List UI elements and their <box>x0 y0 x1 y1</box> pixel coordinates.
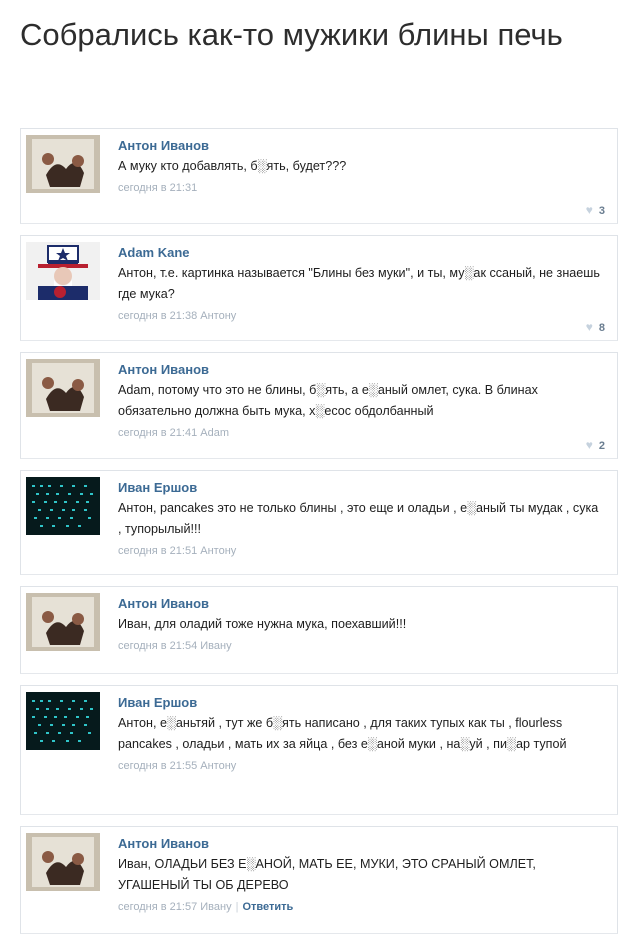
like-count: 8 <box>598 322 605 334</box>
comment-meta[interactable]: сегодня в 21:41 Adam <box>118 424 603 446</box>
comment-author[interactable]: Иван Ершов <box>118 694 603 711</box>
comment-author[interactable]: Антон Иванов <box>118 361 603 378</box>
comment: Антон Иванов Adam, потому что это не бли… <box>20 352 618 459</box>
avatar[interactable] <box>26 359 100 417</box>
comment-meta[interactable]: сегодня в 21:31 <box>118 179 603 201</box>
comment-text: Антон, е░аньтяй , тут же б░ять написано … <box>118 716 567 751</box>
comment-text: А муку кто добавлять, б░ять, будет??? <box>118 159 347 173</box>
like-count: 3 <box>598 205 605 217</box>
comment-author[interactable]: Иван Ершов <box>118 479 603 496</box>
like-count: 2 <box>598 440 605 452</box>
reply-button[interactable]: Ответить <box>242 901 293 913</box>
comment-text: Антон, т.е. картинка называется "Блины б… <box>118 266 600 301</box>
avatar[interactable] <box>26 692 100 750</box>
like-button[interactable]: ♥ 3 <box>586 203 605 217</box>
comment-meta[interactable]: сегодня в 21:55 Антону <box>118 757 603 779</box>
comment-meta[interactable]: сегодня в 21:54 Ивану <box>118 637 603 659</box>
comment-author[interactable]: Adam Kane <box>118 244 603 261</box>
like-button[interactable]: ♥ 8 <box>586 320 605 334</box>
heart-icon: ♥ <box>585 438 593 452</box>
like-button[interactable]: ♥ 2 <box>586 438 605 452</box>
avatar[interactable] <box>26 477 100 535</box>
avatar[interactable] <box>26 833 100 891</box>
avatar[interactable] <box>26 135 100 193</box>
comment: Adam Kane Антон, т.е. картинка называетс… <box>20 235 618 341</box>
comment-meta[interactable]: сегодня в 21:51 Антону <box>118 542 603 564</box>
comment-text: Антон, pancakes это не только блины , эт… <box>118 501 599 536</box>
comment-author[interactable]: Антон Иванов <box>118 137 603 154</box>
separator: | <box>235 901 239 913</box>
heart-icon: ♥ <box>585 203 593 217</box>
avatar[interactable] <box>26 593 100 651</box>
comments-list: Антон Иванов А муку кто добавлять, б░ять… <box>20 128 618 945</box>
comment-text: Иван, ОЛАДЬИ БЕЗ Е░АНОЙ, МАТЬ ЕЕ, МУКИ, … <box>118 857 536 892</box>
comment: Антон Иванов Иван, для оладий тоже нужна… <box>20 586 618 674</box>
heart-icon: ♥ <box>585 320 593 334</box>
avatar[interactable] <box>26 242 100 300</box>
comment-author[interactable]: Антон Иванов <box>118 595 603 612</box>
comment-text: Иван, для оладий тоже нужна мука, поехав… <box>118 617 407 631</box>
comment-meta: сегодня в 21:57 Ивану | Ответить <box>118 898 603 920</box>
comment: Иван Ершов Антон, е░аньтяй , тут же б░ят… <box>20 685 618 815</box>
comment-text: Adam, потому что это не блины, б░ять, а … <box>118 383 538 418</box>
comment: Антон Иванов Иван, ОЛАДЬИ БЕЗ Е░АНОЙ, МА… <box>20 826 618 934</box>
comment-timestamp[interactable]: сегодня в 21:57 Ивану <box>118 901 232 913</box>
comment: Иван Ершов Антон, pancakes это не только… <box>20 470 618 575</box>
comment-author[interactable]: Антон Иванов <box>118 835 603 852</box>
comment-meta[interactable]: сегодня в 21:38 Антону <box>118 307 603 329</box>
post-title: Собрались как-то мужики блины печь <box>20 17 563 52</box>
comment: Антон Иванов А муку кто добавлять, б░ять… <box>20 128 618 224</box>
